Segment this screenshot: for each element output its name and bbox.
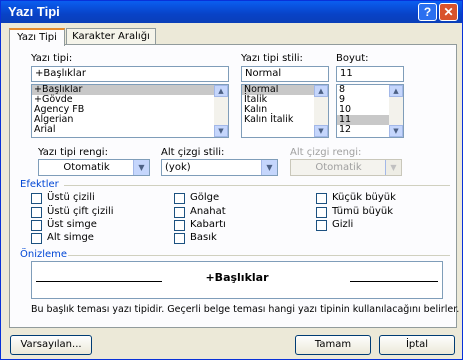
scroll-up-arrow-icon[interactable]: ▲	[314, 85, 328, 97]
ok-button[interactable]: Tamam	[295, 335, 371, 355]
superscript-label[interactable]: Üst simge	[47, 219, 97, 230]
small-caps-label[interactable]: Küçük büyük	[332, 192, 396, 203]
size-input[interactable]: 11	[336, 66, 404, 82]
preview-box: +Başlıklar	[31, 261, 443, 299]
help-button[interactable]: ?	[418, 3, 437, 21]
font-list-scrollbar[interactable]: ▲ ▼	[214, 85, 228, 137]
double-strikethrough-checkbox[interactable]	[31, 207, 42, 218]
all-caps-label[interactable]: Tümü büyük	[332, 206, 393, 217]
underline-color-value: Otomatik	[315, 162, 362, 173]
double-strikethrough-label[interactable]: Üstü çift çizili	[47, 206, 114, 217]
font-label: Yazı tipi:	[31, 53, 73, 64]
outline-checkbox[interactable]	[174, 207, 185, 218]
chevron-down-icon[interactable]: ▼	[133, 160, 149, 175]
emboss-checkbox[interactable]	[174, 220, 185, 231]
hidden-label[interactable]: Gizli	[332, 219, 353, 230]
effects-group-label: Efektler	[20, 179, 59, 190]
font-list-item[interactable]: Arial	[32, 125, 228, 135]
size-label: Boyut:	[336, 53, 369, 64]
underline-color-label: Alt çizgi rengi:	[290, 147, 362, 158]
scroll-up-arrow-icon[interactable]: ▲	[214, 85, 228, 97]
tab-character-spacing[interactable]: Karakter Aralığı	[66, 28, 156, 45]
small-caps-checkbox[interactable]	[316, 193, 327, 204]
effects-divider	[64, 185, 450, 186]
underline-style-value: (yok)	[165, 162, 191, 173]
font-dialog: Yazı Tipi ? ✕ Yazı Tipi Karakter Aralığı…	[0, 0, 463, 360]
preview-group-label: Önizleme	[20, 249, 68, 260]
hidden-checkbox[interactable]	[316, 220, 327, 231]
chevron-down-icon: ▼	[385, 160, 401, 175]
font-color-label: Yazı tipi rengi:	[38, 147, 108, 158]
underline-style-select[interactable]: (yok) ▼	[161, 159, 278, 176]
font-color-select[interactable]: Otomatik ▼	[38, 159, 150, 176]
tab-font[interactable]: Yazı Tipi	[9, 28, 65, 46]
font-style-scrollbar[interactable]: ▲ ▼	[314, 85, 328, 137]
font-style-input[interactable]: Normal	[241, 66, 329, 82]
shadow-label[interactable]: Gölge	[190, 192, 219, 203]
title-bar[interactable]: Yazı Tipi ? ✕	[1, 1, 462, 23]
underline-style-label: Alt çizgi stili:	[161, 147, 225, 158]
scroll-down-arrow-icon[interactable]: ▼	[389, 125, 403, 137]
window-title: Yazı Tipi	[8, 4, 60, 19]
superscript-checkbox[interactable]	[31, 220, 42, 231]
engrave-label[interactable]: Basık	[190, 232, 217, 243]
font-list-item[interactable]: Algerian	[32, 115, 228, 125]
preview-divider	[68, 255, 450, 256]
scroll-down-arrow-icon[interactable]: ▼	[214, 125, 228, 137]
font-tab-panel: Yazı tipi: +Başlıklar +Başlıklar +Gövde …	[9, 44, 460, 328]
shadow-checkbox[interactable]	[174, 193, 185, 204]
emboss-label[interactable]: Kabartı	[190, 219, 226, 230]
font-list[interactable]: +Başlıklar +Gövde Agency FB Algerian Ari…	[31, 84, 229, 138]
outline-label[interactable]: Anahat	[190, 206, 226, 217]
font-input[interactable]: +Başlıklar	[31, 66, 229, 82]
underline-color-select: Otomatik ▼	[290, 159, 402, 176]
size-list-scrollbar[interactable]: ▲ ▼	[389, 85, 403, 137]
font-color-value: Otomatik	[63, 162, 110, 173]
preview-baseline-right	[350, 281, 438, 282]
preview-sample-text: +Başlıklar	[205, 271, 269, 284]
cancel-button[interactable]: İptal	[379, 335, 455, 355]
font-style-label: Yazı tipi stili:	[241, 53, 303, 64]
default-button[interactable]: Varsayılan...	[10, 335, 92, 355]
strikethrough-label[interactable]: Üstü çizili	[47, 192, 95, 203]
size-list[interactable]: 8 9 10 11 12 ▲ ▼	[336, 84, 404, 138]
chevron-down-icon[interactable]: ▼	[261, 160, 277, 175]
font-style-list[interactable]: Normal İtalik Kalın Kalın İtalik ▲ ▼	[241, 84, 329, 138]
scroll-down-arrow-icon[interactable]: ▼	[314, 125, 328, 137]
strikethrough-checkbox[interactable]	[31, 193, 42, 204]
scroll-up-arrow-icon[interactable]: ▲	[389, 85, 403, 97]
close-button[interactable]: ✕	[439, 3, 458, 21]
engrave-checkbox[interactable]	[174, 233, 185, 244]
preview-description: Bu başlık teması yazı tipidir. Geçerli b…	[31, 304, 460, 315]
subscript-label[interactable]: Alt simge	[47, 232, 94, 243]
all-caps-checkbox[interactable]	[316, 207, 327, 218]
subscript-checkbox[interactable]	[31, 233, 42, 244]
